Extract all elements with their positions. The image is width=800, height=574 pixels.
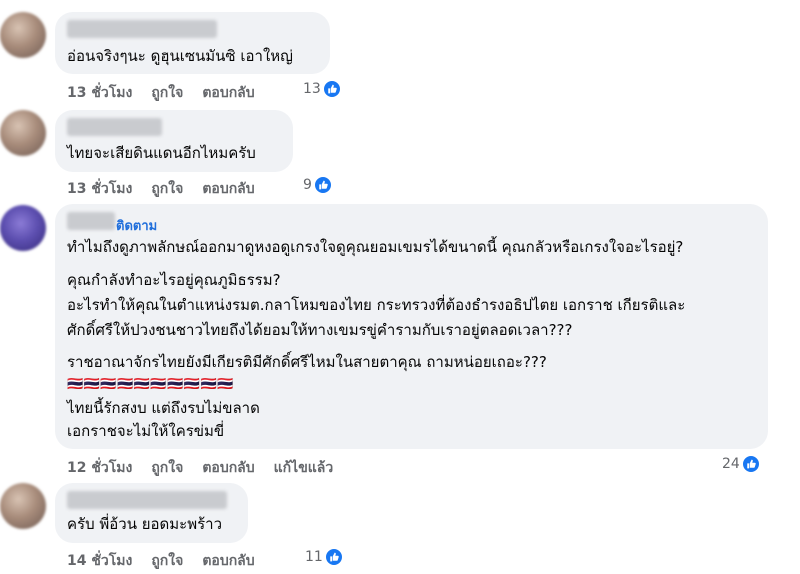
reaction-summary[interactable]: 24 — [722, 455, 760, 473]
author-name-blurred[interactable] — [67, 212, 115, 230]
comment-actions: 12 ชั่วโมง ถูกใจ ตอบกลับ แก้ไขแล้ว — [67, 457, 352, 479]
reaction-summary[interactable]: 13 — [303, 80, 341, 98]
reaction-count: 9 — [303, 177, 312, 193]
comment-text: ครับ พี่อ้วน ยอดมะพร้าว — [67, 515, 222, 533]
thumbs-up-icon — [313, 176, 332, 194]
comment-bubble — [55, 483, 248, 543]
comment-text-line: เอกราชจะไม่ให้ใครข่มขี่ — [67, 422, 225, 440]
like-action[interactable]: ถูกใจ — [151, 460, 183, 476]
avatar[interactable] — [0, 483, 46, 529]
comment-text: ไทยจะเสียดินแดนอีกไหมครับ — [67, 144, 256, 162]
comment-text-line: ทำไมถึงดูภาพลักษณ์ออกมาดูหงอดูเกรงใจดูคุ… — [67, 238, 684, 256]
comment-text-line: ศักดิ์ศรีให้ปวงชนชาวไทยถึงได้ยอมให้ทางเข… — [67, 321, 573, 339]
reply-action[interactable]: ตอบกลับ — [202, 85, 254, 101]
like-action[interactable]: ถูกใจ — [151, 553, 183, 569]
reaction-summary[interactable]: 11 — [305, 548, 343, 566]
comment-actions: 13 ชั่วโมง ถูกใจ ตอบกลับ — [67, 178, 274, 200]
comment-actions: 14 ชั่วโมง ถูกใจ ตอบกลับ — [67, 550, 274, 572]
thumbs-up-icon — [322, 80, 341, 98]
thumbs-up-icon — [324, 548, 343, 566]
thai-flags: 🇹🇭🇹🇭🇹🇭🇹🇭🇹🇭🇹🇭🇹🇭🇹🇭🇹🇭🇹🇭 — [67, 377, 234, 392]
timestamp[interactable]: 13 ชั่วโมง — [67, 85, 132, 101]
follow-link[interactable]: ติดตาม — [116, 215, 157, 236]
author-name-blurred[interactable] — [67, 118, 162, 136]
avatar[interactable] — [0, 205, 46, 251]
comment-text-line: ราชอาณาจักรไทยยังมีเกียรติมีศักดิ์ศรีไหม… — [67, 353, 547, 371]
edited-label[interactable]: แก้ไขแล้ว — [274, 460, 334, 476]
thumbs-up-icon — [741, 455, 760, 473]
like-action[interactable]: ถูกใจ — [151, 85, 183, 101]
comment-text-line: คุณกำลังทำอะไรอยู่คุณภูมิธรรม? — [67, 271, 281, 289]
reaction-summary[interactable]: 9 — [303, 176, 332, 194]
comment-actions: 13 ชั่วโมง ถูกใจ ตอบกลับ — [67, 82, 274, 104]
reaction-count: 11 — [305, 549, 323, 565]
comment-text: อ่อนจริงๆนะ ดูฮุนเซนมันซิ เอาใหญ่ — [67, 47, 293, 65]
like-action[interactable]: ถูกใจ — [151, 181, 183, 197]
timestamp[interactable]: 13 ชั่วโมง — [67, 181, 132, 197]
timestamp[interactable]: 14 ชั่วโมง — [67, 553, 132, 569]
comment-text-line: อะไรทำให้คุณในตำแหน่งรมต.กลาโหมของไทย กร… — [67, 296, 686, 314]
timestamp[interactable]: 12 ชั่วโมง — [67, 460, 132, 476]
reaction-count: 13 — [303, 81, 321, 97]
avatar[interactable] — [0, 12, 46, 58]
reply-action[interactable]: ตอบกลับ — [202, 181, 254, 197]
author-name-blurred[interactable] — [67, 491, 227, 509]
comment-text-line: ไทยนี้รักสงบ แต่ถึงรบไม่ขลาด — [67, 399, 260, 417]
author-name-blurred[interactable] — [67, 20, 217, 38]
reply-action[interactable]: ตอบกลับ — [202, 460, 254, 476]
reaction-count: 24 — [722, 456, 740, 472]
avatar[interactable] — [0, 110, 46, 156]
reply-action[interactable]: ตอบกลับ — [202, 553, 254, 569]
